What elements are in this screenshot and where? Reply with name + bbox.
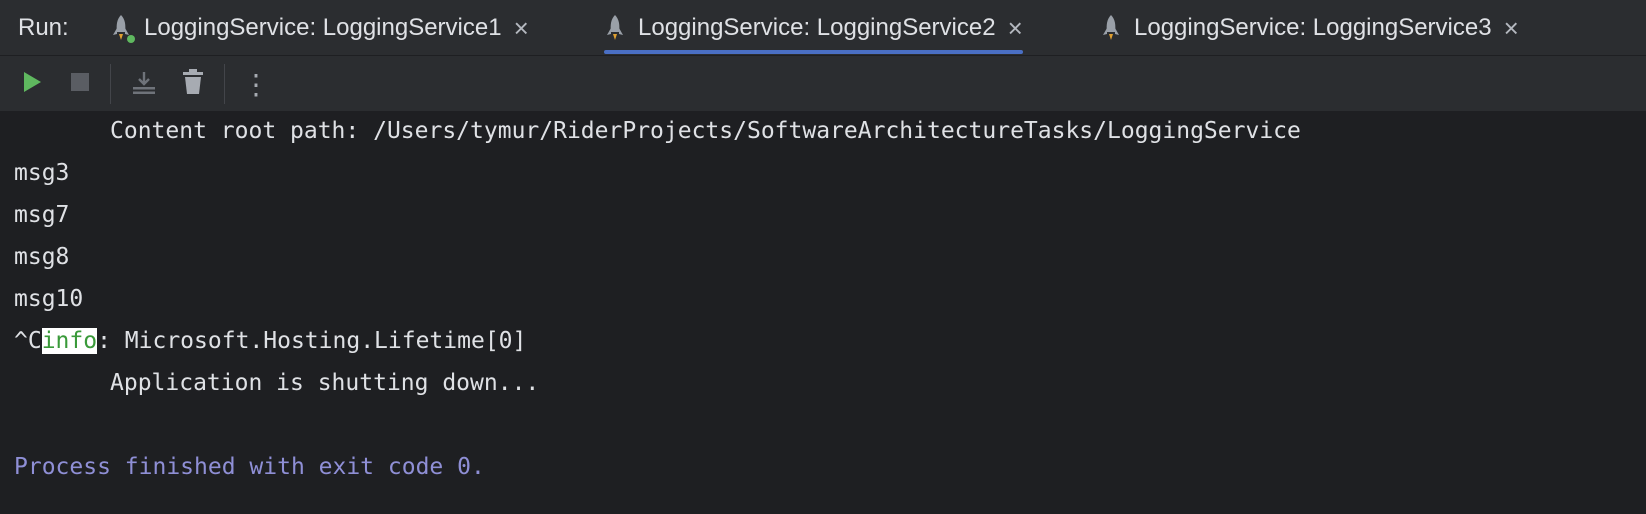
clear-button[interactable] <box>175 66 211 102</box>
interrupt-prefix: ^C <box>14 328 42 354</box>
tab-logging-service-3[interactable]: LoggingService: LoggingService3 × <box>1100 0 1519 56</box>
toolbar-separator <box>224 64 225 104</box>
stop-button[interactable] <box>62 66 98 102</box>
console-message: msg3 <box>14 160 70 186</box>
tab-label: LoggingService: LoggingService3 <box>1134 14 1492 41</box>
content-root-line: Content root path: /Users/tymur/RiderPro… <box>110 118 1301 144</box>
rerun-icon <box>21 70 43 99</box>
more-icon: ⋮ <box>242 68 270 100</box>
rocket-icon <box>1100 13 1122 43</box>
close-icon[interactable]: × <box>1008 15 1023 41</box>
rocket-icon <box>110 13 135 43</box>
process-finished-line: Process finished with exit code 0. <box>14 454 485 480</box>
console-message: msg10 <box>14 286 84 312</box>
close-icon[interactable]: × <box>514 15 529 41</box>
trash-icon <box>182 68 204 100</box>
console-message: msg8 <box>14 244 70 270</box>
tab-label: LoggingService: LoggingService1 <box>144 14 502 41</box>
tab-logging-service-2[interactable]: LoggingService: LoggingService2 × <box>604 0 1023 56</box>
info-log-text: : Microsoft.Hosting.Lifetime[0] <box>97 328 527 354</box>
info-log-line: ^Cinfo: Microsoft.Hosting.Lifetime[0] <box>14 326 526 356</box>
tab-logging-service-1[interactable]: LoggingService: LoggingService1 × <box>110 0 529 56</box>
console-message: msg7 <box>14 202 70 228</box>
run-label: Run: <box>18 14 69 41</box>
console-output[interactable]: Content root path: /Users/tymur/RiderPro… <box>0 112 1646 514</box>
scroll-to-end-icon <box>131 69 157 100</box>
tab-label: LoggingService: LoggingService2 <box>638 14 996 41</box>
rerun-button[interactable] <box>14 66 50 102</box>
run-toolbar: ⋮ <box>0 56 1646 112</box>
stop-icon <box>69 71 91 98</box>
info-level-badge: info <box>41 328 98 354</box>
more-options-button[interactable]: ⋮ <box>238 66 274 102</box>
close-icon[interactable]: × <box>1504 15 1519 41</box>
running-indicator-icon <box>127 35 135 43</box>
rocket-icon <box>604 13 626 43</box>
shutdown-line: Application is shutting down... <box>110 370 540 396</box>
run-tab-bar: Run: LoggingService: LoggingService1 × L… <box>0 0 1646 56</box>
toolbar-separator <box>110 64 111 104</box>
scroll-to-end-button[interactable] <box>126 66 162 102</box>
